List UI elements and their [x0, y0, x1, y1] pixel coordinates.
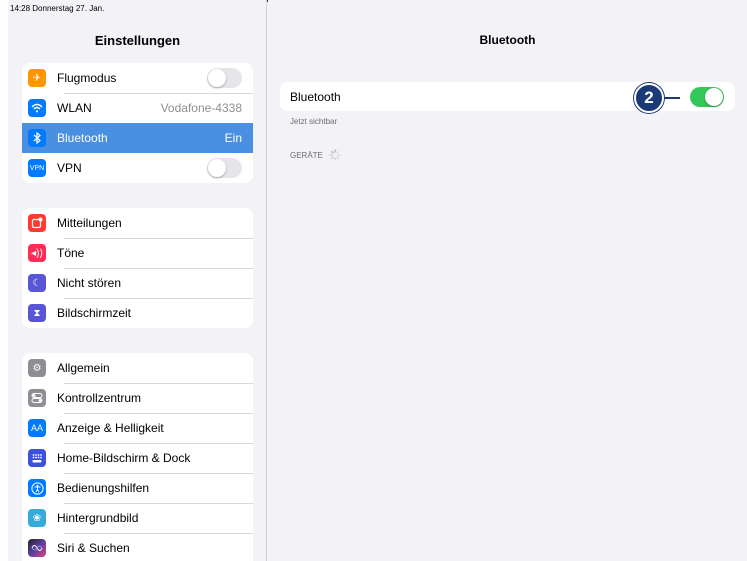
sidebar-item-label: Hintergrundbild	[57, 511, 139, 525]
airplane-icon: ✈	[28, 69, 46, 87]
control-center-icon	[28, 389, 46, 407]
hourglass-icon: ⧗	[28, 304, 46, 322]
status-bar-datetime: 14:28 Donnerstag 27. Jan.	[10, 4, 104, 13]
bluetooth-status: Ein	[224, 131, 242, 145]
notifications-icon	[28, 214, 46, 232]
sidebar-item-siri[interactable]: Siri & Suchen	[22, 533, 253, 561]
sidebar-item-vpn[interactable]: VPN VPN	[22, 153, 253, 183]
sidebar-item-label: Bluetooth	[57, 131, 108, 145]
sidebar-item-toene[interactable]: ◂)) Töne	[22, 238, 253, 268]
sidebar-item-home-bildschirm[interactable]: Home-Bildschirm & Dock	[22, 443, 253, 473]
bluetooth-detail-pane: Bluetooth Bluetooth Jetzt sichtbar GERÄT…	[268, 0, 747, 561]
vpn-icon: VPN	[28, 159, 46, 177]
wifi-icon	[28, 99, 46, 117]
settings-group-connectivity: ✈ Flugmodus WLAN Vodafone-4338 Bluetooth…	[22, 63, 253, 183]
gear-icon: ⚙	[28, 359, 46, 377]
sidebar-item-hintergrundbild[interactable]: ❀ Hintergrundbild	[22, 503, 253, 533]
sidebar-item-label: Allgemein	[57, 361, 110, 375]
sidebar-item-flugmodus[interactable]: ✈ Flugmodus	[22, 63, 253, 93]
status-time: 14:28	[10, 4, 31, 13]
wallpaper-icon: ❀	[28, 509, 46, 527]
status-date: Donnerstag 27. Jan.	[32, 4, 105, 13]
sidebar-item-label: Töne	[57, 246, 85, 260]
sidebar-item-label: Home-Bildschirm & Dock	[57, 451, 191, 465]
devices-section-header: GERÄTE	[290, 149, 341, 161]
airplane-mode-toggle[interactable]	[207, 68, 242, 88]
sidebar-item-label: Flugmodus	[57, 71, 117, 85]
loading-spinner-icon	[329, 149, 341, 161]
sidebar-item-mitteilungen[interactable]: Mitteilungen	[22, 208, 253, 238]
wlan-network-name: Vodafone-4338	[160, 101, 242, 115]
sidebar-item-label: WLAN	[57, 101, 92, 115]
sidebar-item-label: Bedienungshilfen	[57, 481, 150, 495]
sidebar-title: Einstellungen	[94, 33, 181, 48]
visibility-status: Jetzt sichtbar	[290, 117, 338, 126]
siri-icon	[28, 539, 46, 557]
sounds-icon: ◂))	[28, 244, 46, 262]
devices-header-label: GERÄTE	[290, 150, 323, 160]
sidebar-item-anzeige[interactable]: AA Anzeige & Helligkeit	[22, 413, 253, 443]
step-callout-badge: 2	[634, 83, 664, 113]
sidebar-item-kontrollzentrum[interactable]: Kontrollzentrum	[22, 383, 253, 413]
sidebar-item-label: VPN	[57, 161, 82, 175]
sidebar-item-bildschirmzeit[interactable]: ⧗ Bildschirmzeit	[22, 298, 253, 328]
moon-icon: ☾	[28, 274, 46, 292]
callout-connector-line	[664, 97, 680, 99]
sidebar-item-label: Mitteilungen	[57, 216, 122, 230]
sidebar-item-label: Bildschirmzeit	[57, 306, 132, 320]
sidebar-item-label: Kontrollzentrum	[57, 391, 142, 405]
sidebar-item-bedienungshilfen[interactable]: Bedienungshilfen	[22, 473, 253, 503]
bluetooth-icon	[28, 129, 46, 147]
page-title: Bluetooth	[479, 33, 536, 47]
bluetooth-label: Bluetooth	[290, 89, 341, 104]
vpn-toggle[interactable]	[207, 158, 242, 178]
home-screen-icon	[28, 449, 46, 467]
settings-sidebar: Einstellungen ✈ Flugmodus WLAN Vodafone-…	[8, 0, 267, 561]
sidebar-item-allgemein[interactable]: ⚙ Allgemein	[22, 353, 253, 383]
left-margin	[0, 0, 8, 561]
accessibility-icon	[28, 479, 46, 497]
sidebar-item-nicht-stoeren[interactable]: ☾ Nicht stören	[22, 268, 253, 298]
sidebar-item-label: Siri & Suchen	[57, 541, 130, 555]
sidebar-item-label: Nicht stören	[57, 276, 122, 290]
settings-group-general: ⚙ Allgemein Kontrollzentrum AA Anzeige &…	[22, 353, 253, 561]
bluetooth-toggle[interactable]	[690, 86, 724, 107]
display-icon: AA	[28, 419, 46, 437]
sidebar-item-wlan[interactable]: WLAN Vodafone-4338	[22, 93, 253, 123]
sidebar-item-label: Anzeige & Helligkeit	[57, 421, 164, 435]
settings-group-notifications: Mitteilungen ◂)) Töne ☾ Nicht stören ⧗ B…	[22, 208, 253, 328]
sidebar-item-bluetooth[interactable]: Bluetooth Ein	[22, 123, 253, 153]
